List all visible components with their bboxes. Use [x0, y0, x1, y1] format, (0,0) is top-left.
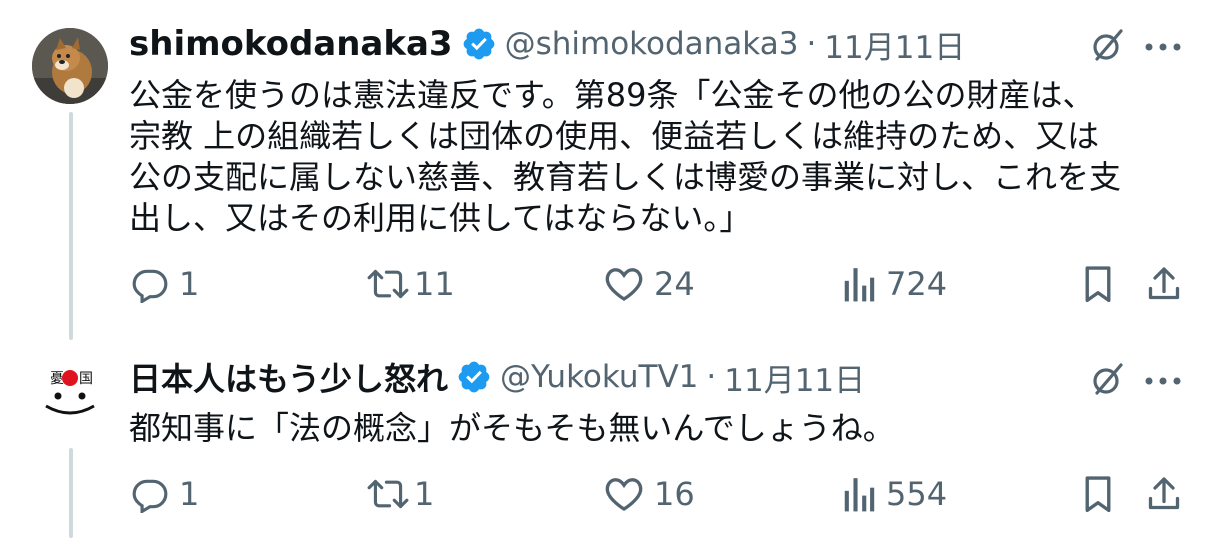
display-name[interactable]: 日本人はもう少し怒れ	[129, 354, 448, 400]
tweet-header: 日本人はもう少し怒れ @YukokuTV1 · 11月11日	[129, 355, 865, 399]
reply-icon	[132, 269, 168, 303]
like-count: 16	[654, 475, 695, 513]
bookmark-icon	[1085, 266, 1111, 303]
tweet-header: shimokodanaka3 @shimokodanaka3 · 11月11日	[129, 22, 965, 66]
repost-count: 11	[414, 265, 455, 303]
yukoku-avatar-image: 憂 国	[32, 350, 108, 426]
more-options-icon[interactable]	[1143, 372, 1183, 391]
tweet-text: 公金を使うのは憲法違反です。第89条「公金その他の公の財産は、 宗教 上の組織若…	[129, 76, 1122, 237]
share-icon	[1148, 267, 1180, 300]
bookmark-button[interactable]	[1082, 265, 1114, 305]
share-button[interactable]	[1146, 264, 1182, 304]
bookmark-button[interactable]	[1082, 475, 1114, 515]
avatar[interactable]: 憂 国	[32, 350, 108, 426]
bookmark-icon	[1085, 476, 1111, 513]
display-name[interactable]: shimokodanaka3	[129, 24, 453, 64]
view-count: 724	[886, 265, 948, 303]
verified-badge-icon	[461, 26, 497, 62]
reply-icon	[132, 479, 168, 513]
analytics-icon	[844, 478, 875, 512]
like-button[interactable]: 16	[604, 475, 695, 513]
views-button[interactable]: 554	[842, 475, 947, 513]
user-handle[interactable]: @YukokuTV1	[500, 359, 698, 395]
analytics-icon	[844, 268, 875, 302]
avatar-text-koku: 国	[79, 371, 93, 387]
separator-dot: ·	[706, 359, 717, 395]
thread-line	[69, 112, 73, 340]
reply-count: 1	[179, 265, 200, 303]
heart-icon	[605, 478, 643, 511]
reply-button[interactable]: 1	[131, 475, 199, 513]
grok-icon[interactable]	[1089, 26, 1127, 68]
dog-avatar-image	[32, 28, 108, 104]
avatar-text-yuu: 憂	[50, 371, 64, 387]
reply-button[interactable]: 1	[131, 265, 199, 303]
more-options-icon[interactable]	[1143, 38, 1183, 57]
separator-dot: ·	[806, 26, 817, 62]
verified-badge-icon	[456, 359, 492, 395]
views-button[interactable]: 724	[842, 265, 947, 303]
repost-count: 1	[414, 475, 435, 513]
reply-count: 1	[179, 475, 200, 513]
repost-icon	[367, 269, 409, 299]
share-button[interactable]	[1146, 474, 1182, 514]
tweet-text: 都知事に「法の概念」がそもそも無いんでしょうね。	[129, 409, 895, 447]
repost-icon	[367, 479, 409, 509]
share-icon	[1148, 477, 1180, 510]
user-handle[interactable]: @shimokodanaka3	[505, 26, 799, 62]
tweet-date[interactable]: 11月11日	[724, 355, 865, 400]
view-count: 554	[886, 475, 948, 513]
avatar[interactable]	[32, 28, 108, 104]
heart-icon	[605, 268, 643, 301]
grok-icon[interactable]	[1089, 360, 1127, 402]
repost-button[interactable]: 1	[366, 475, 434, 513]
like-count: 24	[654, 265, 695, 303]
like-button[interactable]: 24	[604, 265, 695, 303]
thread-line	[69, 448, 73, 538]
repost-button[interactable]: 11	[366, 265, 455, 303]
tweet-date[interactable]: 11月11日	[824, 22, 965, 67]
